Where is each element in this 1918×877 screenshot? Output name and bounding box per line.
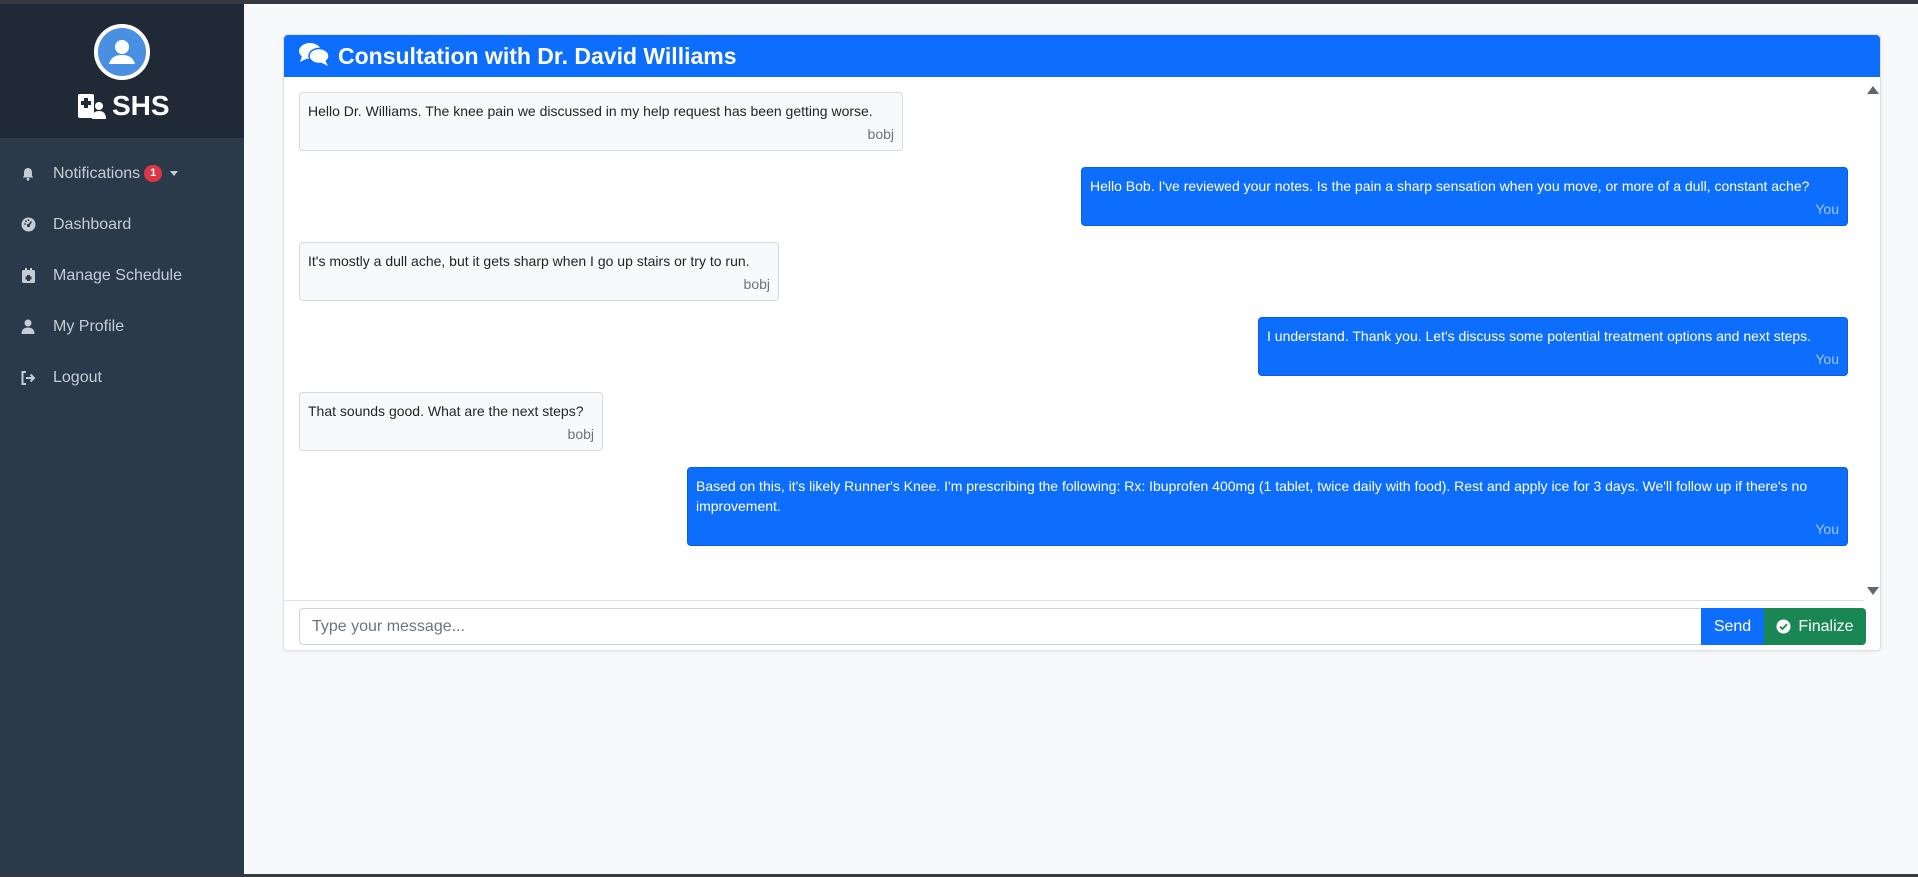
page-title: Consultation with Dr. David Williams xyxy=(338,42,737,69)
finalize-label: Finalize xyxy=(1798,617,1854,635)
message-text: That sounds good. What are the next step… xyxy=(308,403,584,419)
message-text: Hello Bob. I've reviewed your notes. Is … xyxy=(1090,178,1810,194)
sidebar-item-my-profile[interactable]: My Profile xyxy=(0,301,244,352)
sidebar-item-label: Manage Schedule xyxy=(53,266,182,284)
sidebar-item-label: My Profile xyxy=(53,317,125,335)
bell-icon xyxy=(20,166,36,182)
scroll-up-icon[interactable] xyxy=(1867,86,1879,94)
message-text: It's mostly a dull ache, but it gets sha… xyxy=(308,253,750,269)
avatar[interactable] xyxy=(94,24,150,80)
scroll-down-icon[interactable] xyxy=(1867,587,1879,595)
sidebar-item-logout[interactable]: Logout xyxy=(0,352,244,403)
send-button[interactable]: Send xyxy=(1701,608,1764,645)
message-composer: Send Finalize xyxy=(299,608,1866,645)
message-bubble: Hello Bob. I've reviewed your notes. Is … xyxy=(1081,167,1848,226)
brand-logo[interactable]: SHS xyxy=(76,90,170,122)
sidebar-item-notifications[interactable]: Notifications 1 xyxy=(0,148,244,199)
comments-icon xyxy=(298,41,330,72)
logout-icon xyxy=(20,370,36,386)
message-bubble: I understand. Thank you. Let's discuss s… xyxy=(1258,317,1848,376)
medical-user-icon xyxy=(78,94,106,119)
sidebar-item-label: Logout xyxy=(53,368,102,386)
message-sender: bobj xyxy=(743,276,770,292)
calendar-icon xyxy=(20,268,36,284)
message-sender: You xyxy=(1815,201,1839,217)
message-bubble: It's mostly a dull ache, but it gets sha… xyxy=(299,242,779,301)
top-border xyxy=(0,0,1918,4)
message-sender: bobj xyxy=(867,126,894,142)
user-circle-icon xyxy=(109,40,135,64)
sidebar-item-label: Notifications xyxy=(53,164,141,182)
message-sender: bobj xyxy=(567,426,594,442)
chevron-down-icon xyxy=(170,171,179,176)
user-icon xyxy=(20,319,36,335)
notification-badge: 1 xyxy=(144,165,163,182)
message-text: I understand. Thank you. Let's discuss s… xyxy=(1267,328,1812,344)
sidebar-item-dashboard[interactable]: Dashboard xyxy=(0,199,244,250)
sidebar-item-manage-schedule[interactable]: Manage Schedule xyxy=(0,250,244,301)
finalize-button[interactable]: Finalize xyxy=(1764,608,1866,645)
gauge-icon xyxy=(20,217,36,233)
scrollbar[interactable] xyxy=(1864,78,1880,601)
consultation-card: Consultation with Dr. David Williams Hel… xyxy=(283,34,1881,651)
message-bubble: Hello Dr. Williams. The knee pain we dis… xyxy=(299,92,903,151)
card-header: Consultation with Dr. David Williams xyxy=(284,35,1880,77)
sidebar-item-label: Dashboard xyxy=(53,215,132,233)
message-sender: You xyxy=(1815,521,1839,537)
brand-area: SHS xyxy=(0,4,244,138)
sidebar-nav: Notifications 1 Dashboard Manage Schedul… xyxy=(0,138,244,403)
message-input[interactable] xyxy=(299,608,1701,645)
check-circle-icon xyxy=(1776,619,1791,634)
message-text: Based on this, it's likely Runner's Knee… xyxy=(696,478,1808,514)
message-bubble: Based on this, it's likely Runner's Knee… xyxy=(687,467,1848,546)
sidebar: SHS Notifications 1 Dashboard Manage Sch… xyxy=(0,4,244,874)
message-list[interactable]: Hello Dr. Williams. The knee pain we dis… xyxy=(284,78,1880,601)
message-sender: You xyxy=(1815,351,1839,367)
brand-name: SHS xyxy=(112,90,170,121)
message-text: Hello Dr. Williams. The knee pain we dis… xyxy=(308,103,873,119)
message-bubble: That sounds good. What are the next step… xyxy=(299,392,603,451)
